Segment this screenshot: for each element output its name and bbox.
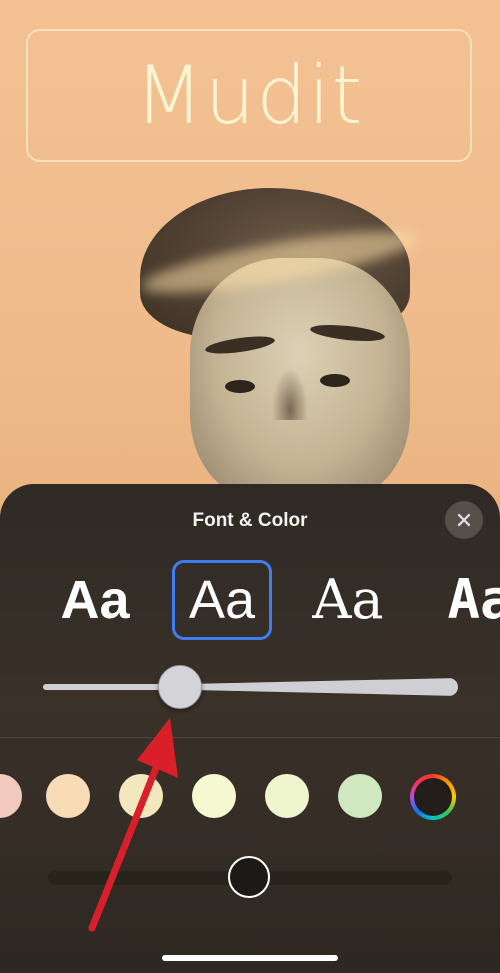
portrait-right-eye — [320, 374, 350, 387]
close-icon — [457, 513, 471, 527]
portrait-photo — [138, 188, 422, 498]
color-intensity-thumb[interactable] — [228, 856, 270, 898]
font-weight-slider-thumb[interactable] — [158, 665, 202, 709]
portrait-nose — [272, 368, 308, 420]
color-swatch-peach[interactable] — [46, 774, 90, 818]
font-option-serif[interactable]: Aa — [298, 560, 398, 640]
sheet-title: Font & Color — [192, 510, 308, 531]
poster-name: Mudit — [134, 48, 364, 142]
color-swatch-cream[interactable] — [119, 774, 163, 818]
font-options: Aa Aa Aa Aa — [0, 560, 500, 646]
color-swatch-pink[interactable] — [0, 774, 22, 818]
font-color-sheet: Font & Color Aa Aa Aa Aa — [0, 484, 500, 973]
font-weight-slider-track[interactable] — [43, 684, 458, 690]
color-wheel-button[interactable] — [410, 774, 456, 820]
color-swatch-mint[interactable] — [338, 774, 382, 818]
font-option-regular-selected[interactable]: Aa — [172, 560, 272, 640]
color-swatches — [0, 774, 500, 820]
divider — [0, 737, 500, 738]
name-text-box[interactable]: Mudit — [26, 29, 472, 162]
home-indicator[interactable] — [162, 955, 338, 961]
color-swatch-light-yellow[interactable] — [192, 774, 236, 818]
color-swatch-pale-green[interactable] — [265, 774, 309, 818]
portrait-left-eye — [225, 380, 255, 393]
font-option-condensed[interactable]: Aa — [430, 560, 500, 640]
close-button[interactable] — [445, 501, 483, 539]
poster-background: Mudit — [0, 0, 500, 560]
font-option-bold[interactable]: Aa — [45, 560, 145, 640]
color-wheel-icon — [414, 778, 452, 816]
